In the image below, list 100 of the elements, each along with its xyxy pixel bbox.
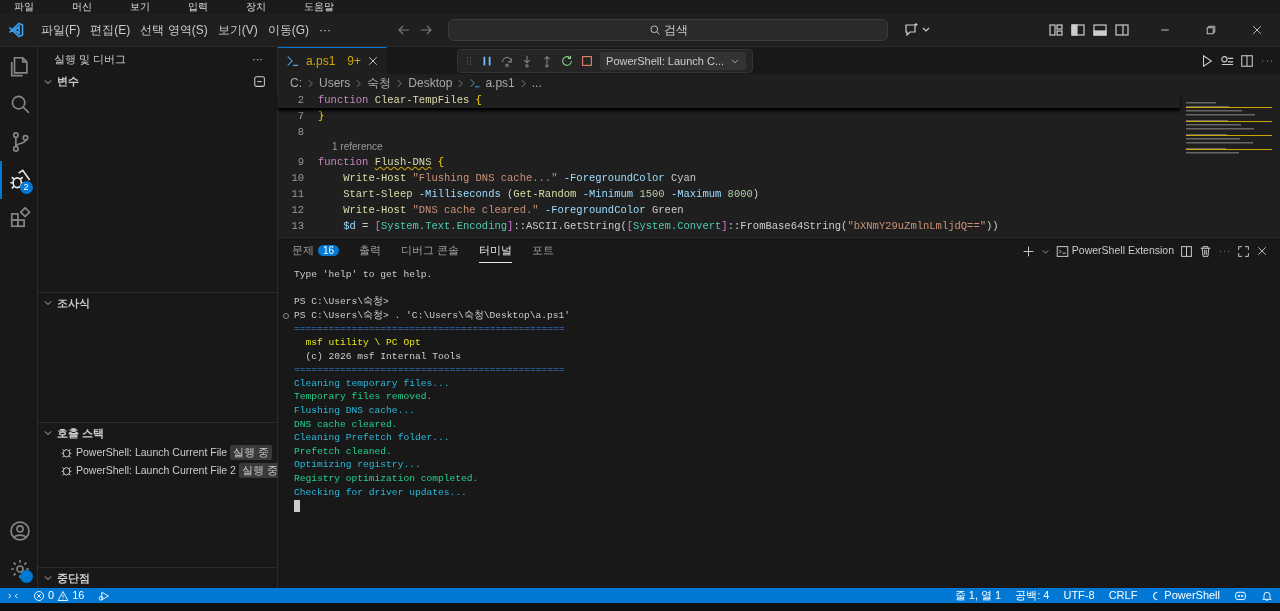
split-editor-icon[interactable] bbox=[1240, 53, 1254, 68]
terminal-line: Temporary files removed. bbox=[294, 391, 433, 403]
files-icon bbox=[8, 55, 31, 77]
panel-title: 실행 및 디버그 bbox=[54, 52, 127, 68]
bug-icon bbox=[60, 446, 73, 459]
extensions-icon bbox=[8, 207, 31, 229]
status-tag: 실행 중 bbox=[238, 462, 281, 479]
breadcrumb-item[interactable]: 숙청 bbox=[367, 74, 392, 92]
copilot-icon[interactable] bbox=[1234, 589, 1247, 602]
terminal-line: PS C:\Users\숙청> . 'C:\Users\숙청\Desktop\a.ps1' bbox=[294, 309, 571, 321]
split-panel-icon[interactable] bbox=[1114, 22, 1130, 38]
panel-tab[interactable]: 터미널 bbox=[479, 239, 513, 263]
caret-icon bbox=[730, 56, 741, 66]
section-header[interactable]: 조사식 bbox=[38, 293, 277, 314]
line-number: 10 bbox=[290, 171, 305, 186]
restore-icon[interactable] bbox=[1205, 24, 1217, 36]
breadcrumb-item[interactable]: a.ps1 bbox=[485, 74, 515, 92]
code-line: function Clear-TempFiles { bbox=[318, 93, 482, 108]
menu-item[interactable]: 선택 영역(S) bbox=[135, 19, 213, 41]
panel-toggle-icon[interactable] bbox=[1092, 22, 1108, 38]
status-item[interactable]: 공백: 4 bbox=[1008, 587, 1057, 604]
code-line: } bbox=[318, 109, 325, 124]
terminal-selector[interactable]: PowerShell Extension bbox=[1055, 243, 1174, 259]
line-number: 9 bbox=[296, 155, 305, 170]
trash-icon[interactable] bbox=[1199, 244, 1212, 258]
account-icon[interactable] bbox=[8, 520, 31, 542]
editor-tab[interactable]: a.ps1 9+ bbox=[278, 47, 388, 74]
debug-run-icon[interactable] bbox=[98, 589, 111, 602]
search-icon bbox=[648, 24, 661, 36]
menu-item[interactable]: 이동(G) bbox=[262, 19, 314, 41]
debug-list-icon[interactable] bbox=[1220, 53, 1234, 68]
search-field[interactable]: 검색 bbox=[448, 19, 888, 41]
more-button[interactable]: ··· bbox=[252, 51, 263, 68]
panel-tab[interactable]: 문제 16 bbox=[292, 239, 340, 263]
terminal-icon bbox=[1055, 244, 1069, 258]
menu-item[interactable]: 파일(F) bbox=[36, 19, 86, 41]
panel-tab[interactable]: 출력 bbox=[359, 239, 382, 263]
code-lens-link[interactable]: 1 reference bbox=[278, 140, 1180, 154]
collapse-all-icon[interactable] bbox=[253, 74, 267, 89]
breadcrumb-item[interactable]: Users bbox=[319, 74, 351, 92]
menu-item[interactable]: 보기(V) bbox=[212, 19, 263, 41]
section-header[interactable]: 중단점 bbox=[38, 568, 277, 588]
section-header[interactable]: 변수 bbox=[38, 71, 277, 92]
call-stack-label: PowerShell: Launch Current File bbox=[76, 444, 228, 460]
plus-icon[interactable] bbox=[1021, 244, 1035, 258]
breadcrumb-item[interactable]: C: bbox=[290, 74, 302, 92]
line-number: 7 bbox=[296, 109, 305, 124]
status-item[interactable]: PowerShell bbox=[1144, 587, 1227, 604]
code-line: Start-Sleep -Milliseconds (Get-Random -Minimum 1500 -Maximum 8000) bbox=[342, 187, 760, 202]
menu-item[interactable]: 머신 bbox=[72, 0, 92, 14]
editor-logo-icon bbox=[8, 22, 24, 38]
step-over-icon[interactable] bbox=[500, 54, 515, 68]
code-line: Write-Host "DNS cache cleared." -ForegroundColor Green bbox=[342, 203, 684, 218]
status-tag: 실행 중 bbox=[230, 444, 273, 461]
menu-item[interactable]: 장치 bbox=[246, 0, 266, 14]
status-item[interactable]: 줄 1, 열 1 bbox=[947, 587, 1009, 604]
restart-icon[interactable] bbox=[560, 54, 575, 68]
split-icon[interactable] bbox=[1180, 244, 1193, 258]
section-header[interactable]: 호출 스택 bbox=[38, 423, 277, 444]
chevron-icon bbox=[306, 78, 315, 88]
breadcrumb-item[interactable]: Desktop bbox=[408, 74, 453, 92]
status-item[interactable]: CRLF bbox=[1101, 587, 1145, 604]
line-number: 13 bbox=[290, 219, 305, 234]
config-dropdown[interactable]: PowerShell: Launch C... bbox=[600, 52, 747, 70]
menu-item[interactable]: 도움말 bbox=[304, 0, 334, 14]
terminal-cursor bbox=[294, 500, 300, 513]
chat-sparkle-icon[interactable] bbox=[904, 22, 930, 38]
terminal-line: Cleaning temporary files... bbox=[294, 377, 450, 389]
stop-icon[interactable] bbox=[580, 54, 595, 68]
menu-item[interactable]: 입력 bbox=[188, 0, 208, 14]
terminal-line: =============================================== bbox=[294, 323, 565, 335]
menu-item[interactable]: 파일 bbox=[14, 0, 34, 14]
code-line: function Flush-DNS { bbox=[318, 155, 445, 170]
settings-icon[interactable] bbox=[8, 558, 31, 580]
count-badge: 16 bbox=[318, 245, 340, 257]
problems-status[interactable]: 0 16 bbox=[26, 587, 92, 604]
warning-icon bbox=[57, 589, 70, 602]
call-stack-item[interactable]: PowerShell: Launch Current File 실행 중 bbox=[38, 443, 277, 462]
sidebar-toggle-icon[interactable] bbox=[1070, 22, 1086, 38]
panel-tab[interactable]: 포트 bbox=[532, 239, 555, 263]
status-item[interactable]: UTF-8 bbox=[1056, 587, 1102, 604]
menu-item[interactable]: 편집(E) bbox=[85, 19, 136, 41]
close-icon[interactable] bbox=[1256, 245, 1268, 257]
breadcrumb-item[interactable]: ... bbox=[531, 74, 542, 92]
terminal-line: Flushing DNS cache... bbox=[294, 404, 415, 416]
bell-icon[interactable] bbox=[1261, 589, 1273, 602]
sync-badge-icon bbox=[19, 570, 33, 583]
close-icon[interactable] bbox=[367, 55, 380, 67]
maximize-icon[interactable] bbox=[1237, 244, 1250, 258]
play-icon[interactable] bbox=[1200, 53, 1214, 68]
line-number: 2 bbox=[296, 93, 305, 108]
menu-item[interactable]: ··· bbox=[314, 19, 336, 41]
layout-grid-icon[interactable] bbox=[1048, 22, 1064, 38]
bug-icon bbox=[60, 464, 73, 477]
terminal-prompt-icon bbox=[469, 77, 482, 89]
terminal-line: =============================================== bbox=[294, 364, 565, 376]
panel-tab[interactable]: 디버그 콘솔 bbox=[401, 239, 460, 263]
terminal-line: Optimizing registry... bbox=[294, 459, 421, 471]
close-icon[interactable] bbox=[1251, 24, 1263, 36]
menu-item[interactable]: 보기 bbox=[130, 0, 150, 14]
